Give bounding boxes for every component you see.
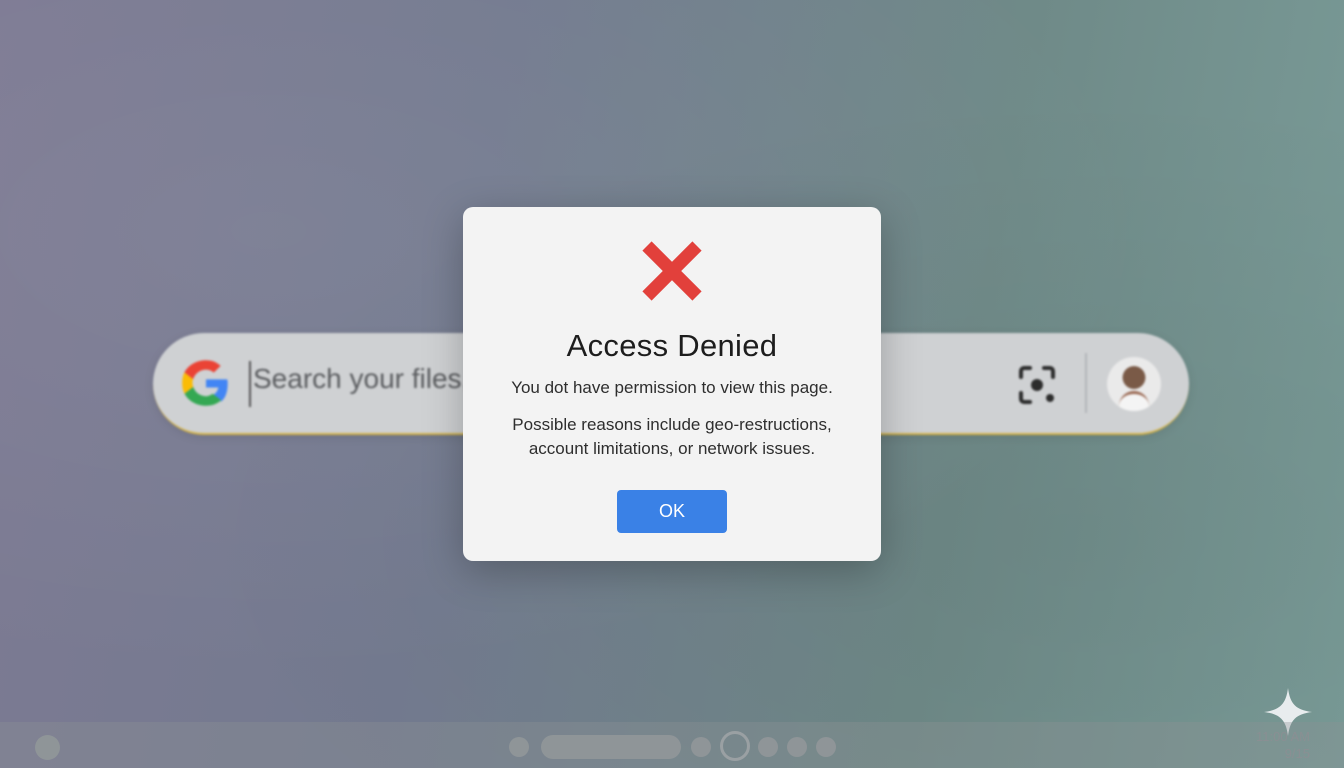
- shelf-app-pill[interactable]: [541, 735, 681, 759]
- ok-button[interactable]: OK: [617, 490, 727, 533]
- clock-time: 11:00 AM: [1256, 729, 1310, 744]
- camera-lens-icon[interactable]: [1015, 363, 1059, 407]
- status-clock[interactable]: 11:00 AM 9/15: [1256, 728, 1310, 762]
- shelf-app-icon[interactable]: [691, 737, 711, 757]
- error-x-icon: [642, 241, 702, 301]
- search-divider: [1085, 353, 1087, 413]
- access-denied-dialog: Access Denied You dot have permission to…: [463, 207, 881, 561]
- home-button[interactable]: [720, 731, 750, 761]
- user-avatar[interactable]: [1107, 357, 1161, 411]
- dialog-details: Possible reasons include geo-restruction…: [512, 415, 832, 458]
- shelf-app-icon[interactable]: [509, 737, 529, 757]
- shelf-app-icon[interactable]: [787, 737, 807, 757]
- shelf-app-icon[interactable]: [816, 737, 836, 757]
- text-caret: [249, 361, 251, 407]
- clock-date: 9/15: [1284, 746, 1310, 761]
- dialog-title: Access Denied: [566, 328, 778, 363]
- shelf: 11:00 AM 9/15: [0, 722, 1344, 768]
- google-logo-icon: [182, 360, 228, 406]
- dialog-message: You dot have permission to view this pag…: [511, 378, 833, 397]
- search-input[interactable]: Search your files,: [253, 363, 469, 395]
- shelf-app-icon[interactable]: [758, 737, 778, 757]
- launcher-button[interactable]: [35, 735, 60, 760]
